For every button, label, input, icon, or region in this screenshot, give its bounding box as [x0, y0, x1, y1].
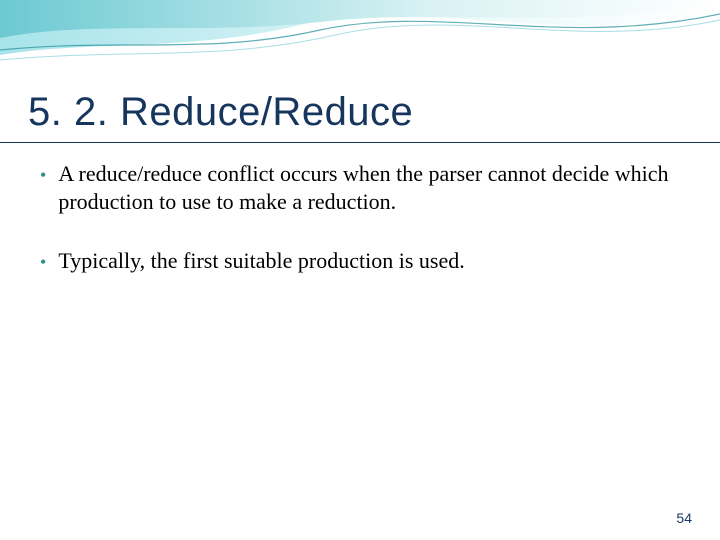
bullet-text: Typically, the first suitable production… — [58, 247, 680, 275]
bullet-dot-icon: • — [40, 164, 46, 187]
bullet-dot-icon: • — [40, 251, 46, 274]
header-wave-decoration — [0, 0, 720, 90]
title-underline — [0, 142, 720, 143]
bullet-text: A reduce/reduce conflict occurs when the… — [58, 160, 680, 215]
bullet-item: • A reduce/reduce conflict occurs when t… — [40, 160, 680, 215]
slide-content: • A reduce/reduce conflict occurs when t… — [40, 160, 680, 307]
page-number: 54 — [676, 510, 692, 526]
bullet-item: • Typically, the first suitable producti… — [40, 247, 680, 275]
slide-title: 5. 2. Reduce/Reduce — [28, 90, 413, 135]
